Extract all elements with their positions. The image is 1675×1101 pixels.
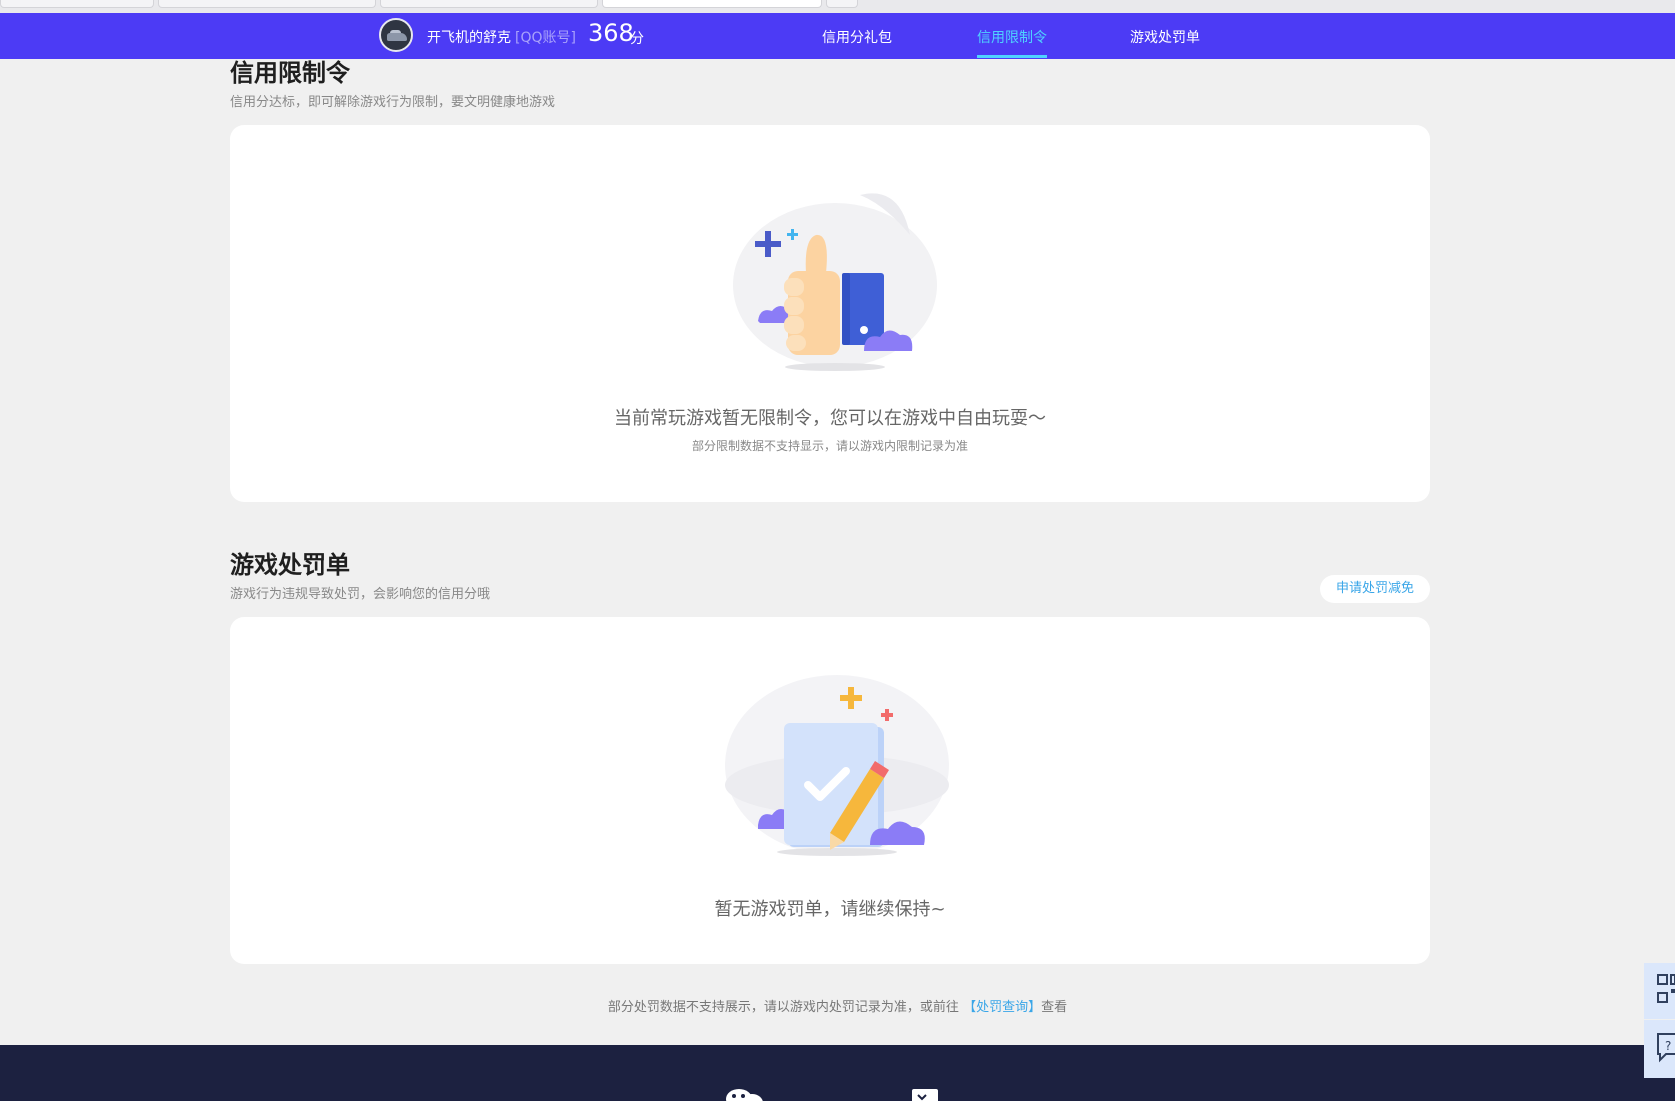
browser-tab-strip: [0, 0, 1675, 13]
browser-tab[interactable]: [0, 0, 154, 8]
footer: [0, 1045, 1675, 1101]
penalty-subtitle: 游戏行为违规导致处罚，会影响您的信用分哦: [230, 587, 491, 602]
help-chat-icon: ?: [1657, 1033, 1675, 1063]
tab-credit-restriction[interactable]: 信用限制令: [977, 27, 1047, 47]
restriction-subtitle: 信用分达标，即可解除游戏行为限制，要文明健康地游戏: [230, 95, 556, 110]
username: 开飞机的舒克: [427, 30, 511, 46]
restriction-empty-text: 当前常玩游戏暂无限制令，您可以在游戏中自由玩耍～: [614, 408, 1046, 429]
apply-penalty-reduction-button[interactable]: 申请处罚减免: [1320, 575, 1430, 603]
restriction-title: 信用限制令: [230, 59, 350, 87]
checklist-pencil-illustration: [722, 665, 952, 865]
restriction-note: 部分限制数据不支持显示，请以游戏内限制记录为准: [691, 439, 968, 453]
tab-credit-gift[interactable]: 信用分礼包: [822, 27, 892, 47]
qrcode-sidebar-button[interactable]: [1644, 963, 1675, 1019]
credit-score: 368: [588, 19, 634, 47]
browser-tab[interactable]: [158, 0, 376, 8]
penalty-query-link[interactable]: 【处罚查询】: [963, 1000, 1041, 1015]
thumbs-up-illustration: [730, 183, 940, 373]
note-prefix: 部分处罚数据不支持展示，请以游戏内处罚记录为准，或前往: [607, 1000, 959, 1015]
active-tab-indicator: [977, 55, 1047, 58]
qrcode-icon: [1657, 974, 1675, 1003]
penalty-bottom-note: 部分处罚数据不支持展示，请以游戏内处罚记录为准，或前往 【处罚查询】查看: [0, 996, 1675, 1015]
penalty-card: 暂无游戏罚单，请继续保持~: [230, 617, 1430, 964]
penalty-title: 游戏处罚单: [230, 551, 350, 579]
score-unit: 分: [630, 31, 644, 47]
help-sidebar-button[interactable]: ?: [1644, 1020, 1675, 1078]
wechat-icon[interactable]: [724, 1085, 764, 1101]
tab-game-penalty[interactable]: 游戏处罚单: [1130, 27, 1200, 47]
restriction-card: 当前常玩游戏暂无限制令，您可以在游戏中自由玩耍～ 部分限制数据不支持显示，请以游…: [230, 125, 1430, 502]
avatar[interactable]: [379, 18, 413, 52]
qq-icon[interactable]: [910, 1087, 940, 1101]
browser-tab-active[interactable]: [602, 0, 822, 8]
svg-text:?: ?: [1665, 1039, 1671, 1053]
browser-new-tab[interactable]: [826, 0, 858, 8]
account-type: [QQ账号]: [515, 30, 576, 46]
browser-tab[interactable]: [380, 0, 598, 8]
penalty-empty-text: 暂无游戏罚单，请继续保持~: [714, 899, 946, 920]
note-suffix: 查看: [1041, 1000, 1068, 1015]
